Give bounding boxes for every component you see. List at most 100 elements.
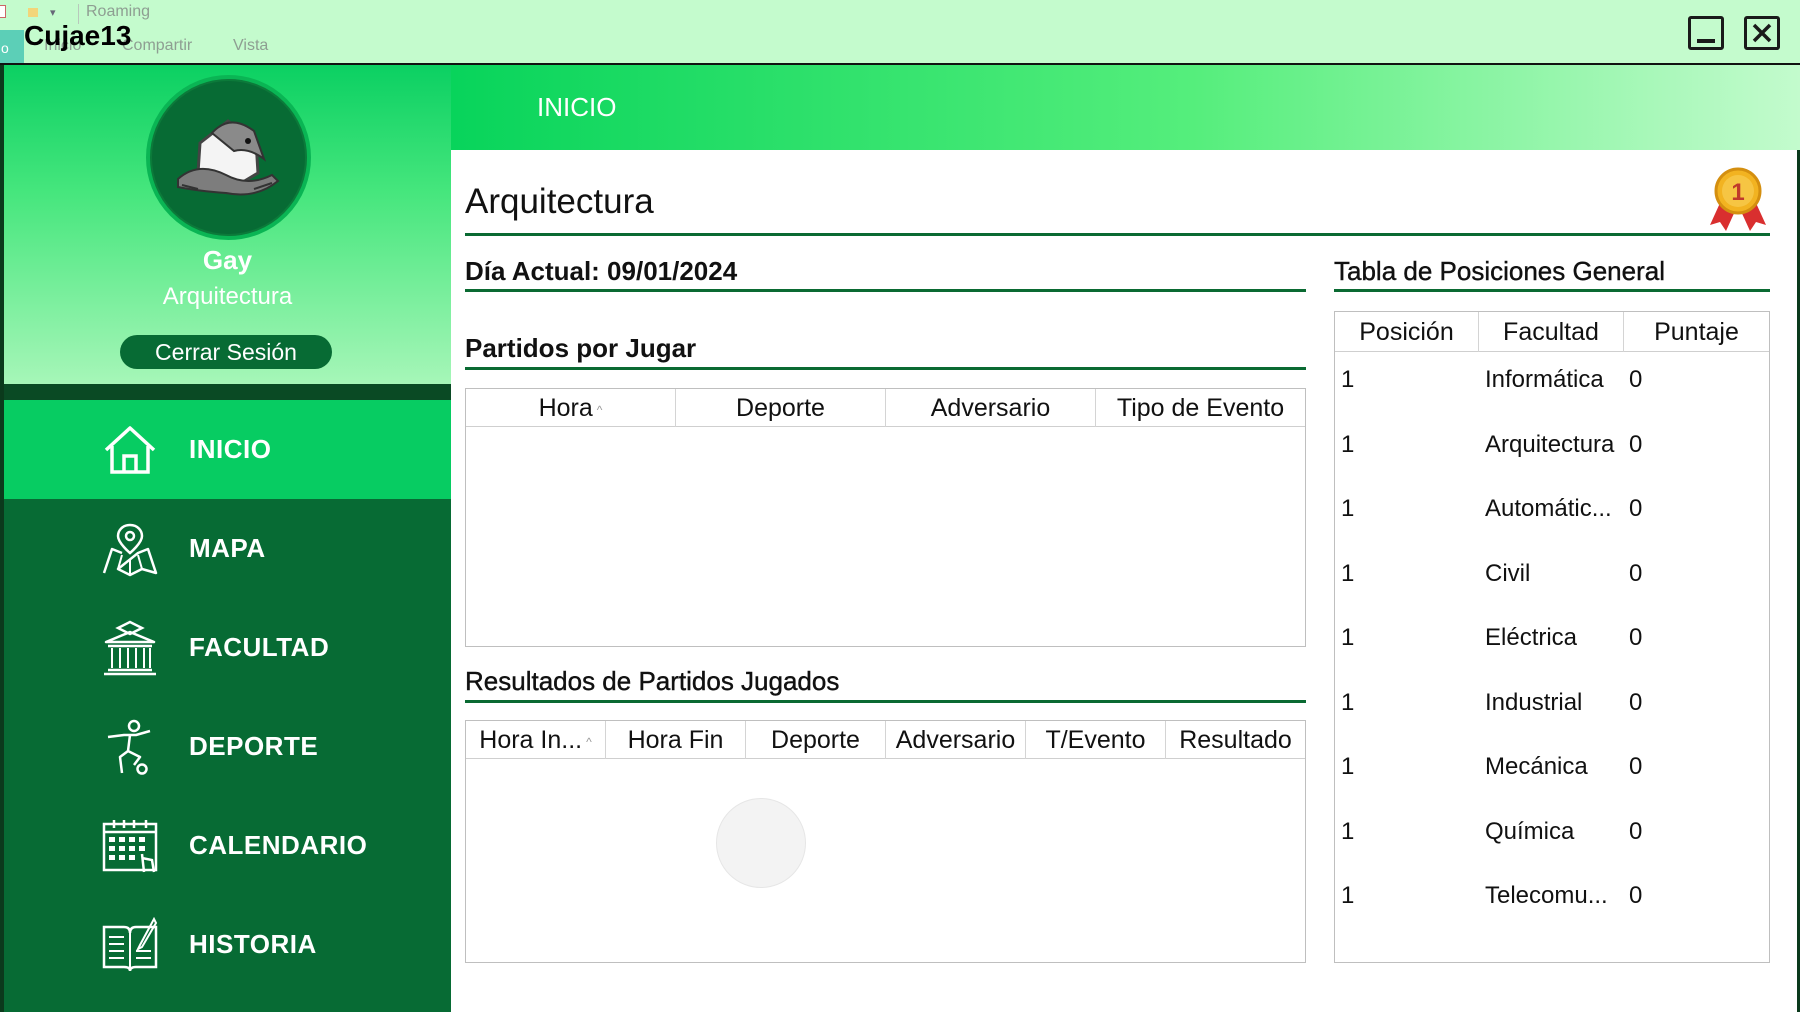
table-row[interactable]: 1 Eléctrica 0 — [1335, 618, 1769, 658]
background-menu-vista: Vista — [233, 37, 269, 54]
faculty-cell: Arquitectura — [1485, 430, 1615, 458]
background-file-tab: o — [0, 30, 24, 63]
nav-label-calendario: CALENDARIO — [189, 830, 368, 860]
column-header-tipo-evento[interactable]: Tipo de Evento — [1096, 389, 1305, 427]
upcoming-table-header: Hora ^ Deporte Adversario Tipo de Evento — [466, 389, 1305, 427]
minimize-button[interactable] — [1688, 16, 1724, 50]
title-divider — [465, 233, 1770, 236]
faculty-cell: Química — [1485, 817, 1575, 845]
column-header-deporte[interactable]: Deporte — [676, 389, 886, 427]
home-icon — [104, 426, 156, 474]
results-table[interactable]: Hora In... ^ Hora Fin Deporte Adversario … — [465, 720, 1306, 963]
map-icon — [102, 523, 158, 577]
column-header-adversario[interactable]: Adversario — [886, 721, 1026, 759]
column-header-deporte[interactable]: Deporte — [746, 721, 886, 759]
points-cell: 0 — [1629, 430, 1643, 458]
standings-title: Tabla de Posiciones General — [1334, 256, 1665, 286]
book-icon — [102, 917, 158, 972]
user-name: Gay — [202, 245, 253, 275]
nav-label-historia: HISTORIA — [189, 929, 317, 959]
upcoming-title: Partidos por Jugar — [465, 333, 697, 363]
results-title: Resultados de Partidos Jugados — [465, 666, 840, 696]
nav-item-inicio[interactable]: INICIO — [4, 400, 451, 499]
nav-item-deporte[interactable]: DEPORTE — [4, 697, 451, 796]
date-divider — [465, 289, 1306, 292]
profile-panel: Gay Arquitectura Cerrar Sesión — [4, 65, 451, 384]
sidebar: Gay Arquitectura Cerrar Sesión INICIO MA… — [0, 65, 451, 1012]
folder-icon — [28, 8, 38, 17]
current-date: Día Actual: 09/01/2024 — [465, 256, 738, 286]
column-header-hora[interactable]: Hora ^ — [466, 389, 676, 427]
position-cell: 1 — [1341, 495, 1355, 522]
table-row[interactable]: 1 Civil 0 — [1335, 554, 1769, 594]
table-row[interactable]: 1 Informática 0 — [1335, 360, 1769, 400]
points-cell: 0 — [1629, 753, 1643, 780]
table-row[interactable]: 1 Mecánica 0 — [1335, 747, 1769, 787]
main-content: Arquitectura 1 Día Actual: 09/01/2024 Pa… — [451, 150, 1800, 1012]
faculty-cell: Industrial — [1485, 688, 1583, 716]
close-button[interactable] — [1744, 16, 1780, 50]
points-cell: 0 — [1629, 882, 1643, 909]
points-cell: 0 — [1629, 624, 1643, 651]
avatar[interactable] — [146, 75, 311, 240]
university-icon — [104, 620, 156, 676]
background-menu-compartir: Compartir — [122, 37, 193, 54]
nav-item-mapa[interactable]: MAPA — [4, 499, 451, 598]
table-row[interactable]: 1 Arquitectura 0 — [1335, 425, 1769, 465]
column-header-t-evento[interactable]: T/Evento — [1026, 721, 1166, 759]
logout-button[interactable]: Cerrar Sesión — [120, 335, 332, 369]
nav-item-facultad[interactable]: FACULTAD — [4, 598, 451, 697]
nav-label-inicio: INICIO — [189, 434, 272, 464]
column-header-facultad[interactable]: Facultad — [1479, 312, 1624, 352]
faculty-cell: Mecánica — [1485, 753, 1588, 780]
column-header-puntaje[interactable]: Puntaje — [1624, 312, 1769, 352]
table-row[interactable]: 1 Industrial 0 — [1335, 683, 1769, 723]
faculty-cell: Eléctrica — [1485, 624, 1578, 651]
header-bar: INICIO — [451, 65, 1800, 150]
close-icon — [1752, 23, 1772, 43]
nav-label-mapa: MAPA — [189, 533, 266, 563]
points-cell: 0 — [1629, 817, 1643, 845]
table-row[interactable]: 1 Telecomu... 0 — [1335, 876, 1769, 916]
upcoming-table[interactable]: Hora ^ Deporte Adversario Tipo de Evento — [465, 388, 1306, 647]
results-divider — [465, 700, 1306, 703]
column-header-adversario[interactable]: Adversario — [886, 389, 1096, 427]
nav-item-historia[interactable]: HISTORIA — [4, 895, 451, 994]
sort-ascending-icon: ^ — [596, 403, 603, 417]
points-cell: 0 — [1629, 688, 1643, 716]
crocodile-logo-icon — [177, 119, 280, 196]
position-cell: 1 — [1341, 817, 1355, 845]
nav-label-facultad: FACULTAD — [189, 632, 330, 662]
athlete-icon — [107, 719, 151, 775]
nav-label-deporte: DEPORTE — [189, 731, 319, 761]
nav-item-calendario[interactable]: CALENDARIO — [4, 796, 451, 895]
title-bar: ▾ Roaming o Inicio Compartir Vista Cujae… — [0, 0, 1800, 65]
nav-menu: INICIO MAPA FACULTAD DEPORTE CALENDARIO … — [4, 400, 451, 994]
user-faculty: Arquitectura — [162, 283, 293, 310]
background-window-path: Roaming — [86, 3, 151, 20]
sort-ascending-icon: ^ — [586, 735, 592, 749]
column-header-resultado[interactable]: Resultado — [1166, 721, 1305, 759]
position-cell: 1 — [1341, 366, 1355, 393]
faculty-cell: Automátic... — [1485, 495, 1612, 522]
position-cell: 1 — [1341, 624, 1355, 651]
position-cell: 1 — [1341, 753, 1355, 780]
faculty-title: Arquitectura — [465, 182, 654, 221]
medal-icon: 1 — [1710, 167, 1766, 231]
standings-table[interactable]: Posición Facultad Puntaje 1 Informática 0 1… — [1334, 311, 1770, 963]
position-cell: 1 — [1341, 688, 1355, 716]
profile-divider — [4, 384, 451, 400]
column-header-posicion[interactable]: Posición — [1335, 312, 1479, 352]
standings-table-header: Posición Facultad Puntaje — [1335, 312, 1769, 352]
table-row[interactable]: 1 Automátic... 0 — [1335, 489, 1769, 529]
table-row[interactable]: 1 Química 0 — [1335, 812, 1769, 852]
results-table-header: Hora In... ^ Hora Fin Deporte Adversario … — [466, 721, 1305, 759]
column-header-hora-fin[interactable]: Hora Fin — [606, 721, 746, 759]
upcoming-divider — [465, 367, 1306, 370]
column-label: Hora In... — [479, 726, 583, 754]
faculty-cell: Telecomu... — [1485, 882, 1608, 909]
position-cell: 1 — [1341, 882, 1355, 909]
column-header-hora-inicio[interactable]: Hora In... ^ — [466, 721, 606, 759]
column-label: Hora — [538, 394, 593, 422]
dropdown-arrow-icon: ▾ — [50, 7, 56, 19]
